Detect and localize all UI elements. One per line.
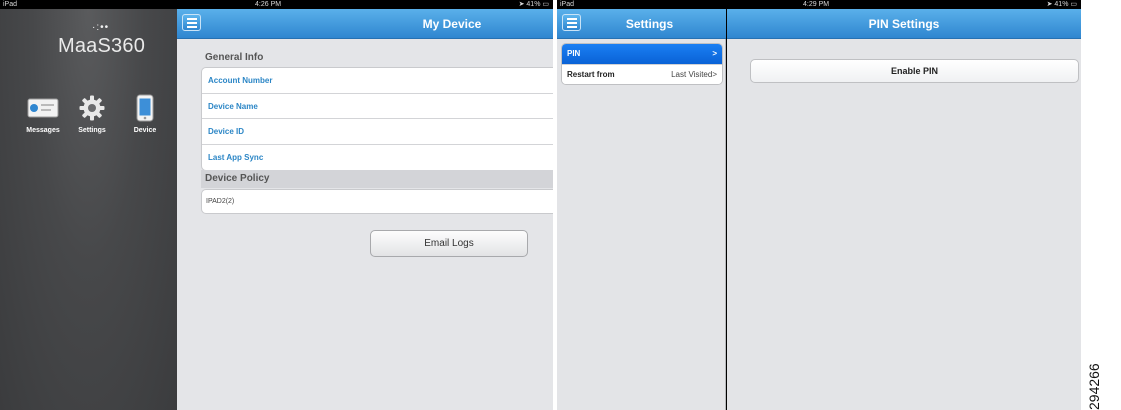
menu-icon[interactable] [562, 14, 581, 31]
figure-number: 294266 [1086, 363, 1102, 410]
info-row-device-name[interactable]: Device Name [202, 94, 553, 119]
section-device-policy: Device Policy [201, 170, 553, 188]
ipad-screen-my-device: iPad 4:26 PM ➤ 41% ▭ ·:•• MaaS360 Messag… [0, 0, 553, 410]
launcher-device-label: Device [133, 127, 157, 134]
launcher-settings[interactable]: Settings [67, 93, 117, 134]
ipad-screen-pin-settings: iPad 4:29 PM ➤ 41% ▭ Settings PIN > Rest… [557, 0, 1081, 410]
settings-pane: Settings PIN > Restart from Last Visited… [557, 9, 726, 410]
battery-icon: ▭ [542, 1, 549, 8]
device-icon [120, 93, 170, 123]
pin-navbar: PIN Settings [727, 9, 1081, 39]
gear-icon [67, 93, 117, 123]
status-bar: iPad 4:29 PM ➤ 41% ▭ [557, 0, 1081, 9]
enable-pin-button[interactable]: Enable PIN [750, 59, 1079, 83]
location-icon: ➤ [1046, 1, 1053, 8]
menu-icon[interactable] [182, 14, 201, 31]
settings-title: Settings [625, 17, 674, 31]
battery-percent: 41% [526, 1, 541, 8]
battery-status: ➤ 41% ▭ [1047, 0, 1077, 9]
settings-item-restart-from[interactable]: Restart from Last Visited> [562, 64, 722, 84]
my-device-panel: My Device General Info Account Number De… [177, 9, 553, 410]
carrier-label: iPad [560, 1, 575, 8]
info-row-device-id[interactable]: Device ID [202, 119, 553, 145]
settings-item-restart-value: Last Visited> [671, 70, 717, 79]
battery-icon: ▭ [1070, 1, 1077, 8]
status-time: 4:29 PM [803, 1, 830, 8]
section-general-info: General Info [205, 52, 264, 63]
navbar: My Device [177, 9, 553, 39]
status-time: 4:26 PM [255, 1, 282, 8]
email-logs-button[interactable]: Email Logs [370, 230, 528, 257]
device-policy-value[interactable]: IPAD2(2) [201, 189, 553, 214]
figure: iPad 4:26 PM ➤ 41% ▭ ·:•• MaaS360 Messag… [0, 0, 1121, 410]
chevron-right-icon: > [712, 49, 717, 58]
launcher-settings-label: Settings [78, 127, 106, 134]
battery-percent: 41% [1054, 1, 1069, 8]
settings-item-pin-label: PIN [567, 49, 581, 58]
general-info-list: Account Number Device Name Device ID Las… [201, 67, 553, 171]
logo-dots-icon: ·:•• [92, 22, 110, 33]
status-bar: iPad 4:26 PM ➤ 41% ▭ [0, 0, 553, 9]
battery-status: ➤ 41% ▭ [519, 0, 549, 9]
settings-list: PIN > Restart from Last Visited> [561, 43, 723, 85]
settings-item-restart-label: Restart from [567, 70, 615, 79]
settings-item-pin[interactable]: PIN > [562, 44, 722, 64]
pin-settings-pane: PIN Settings Enable PIN [727, 9, 1081, 410]
info-row-last-app-sync[interactable]: Last App Sync [202, 145, 553, 171]
maas360-logo: MaaS360 [58, 35, 146, 57]
messages-icon [18, 93, 68, 123]
carrier-label: iPad [3, 1, 18, 8]
settings-navbar: Settings [557, 9, 726, 39]
launcher-messages[interactable]: Messages [18, 93, 68, 134]
location-icon: ➤ [518, 1, 525, 8]
page-title: My Device [422, 17, 482, 31]
chevron-right-icon: > [712, 70, 717, 79]
info-row-account-number[interactable]: Account Number [202, 68, 553, 94]
launcher-messages-label: Messages [26, 127, 60, 134]
app-sidebar: ·:•• MaaS360 Messages Settings Device [0, 9, 177, 410]
pin-settings-title: PIN Settings [868, 17, 940, 31]
launcher-device[interactable]: Device [120, 93, 170, 134]
